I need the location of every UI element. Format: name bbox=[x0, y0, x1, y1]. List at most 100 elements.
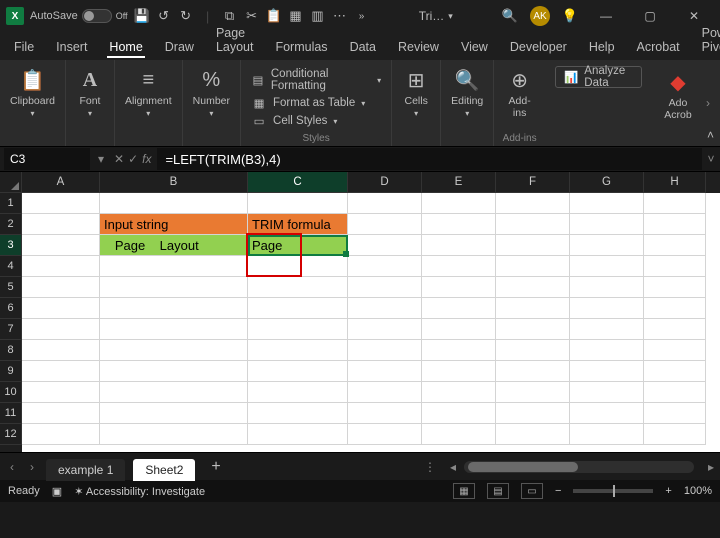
row-header-12[interactable]: 12 bbox=[0, 424, 22, 445]
zoom-slider[interactable] bbox=[573, 489, 653, 493]
cell-F1[interactable] bbox=[496, 193, 570, 214]
sheet-overflow-icon[interactable]: ⋮ bbox=[418, 460, 442, 474]
cell-B8[interactable] bbox=[100, 340, 248, 361]
cell-A7[interactable] bbox=[22, 319, 100, 340]
row-header-11[interactable]: 11 bbox=[0, 403, 22, 424]
zoom-out-button[interactable]: − bbox=[555, 485, 561, 497]
editing-button[interactable]: 🔍 Editing▾ bbox=[447, 64, 487, 121]
cell-E12[interactable] bbox=[422, 424, 496, 445]
cell-F4[interactable] bbox=[496, 256, 570, 277]
row-header-7[interactable]: 7 bbox=[0, 319, 22, 340]
cell-B10[interactable] bbox=[100, 382, 248, 403]
cell-C7[interactable] bbox=[248, 319, 348, 340]
cell-A1[interactable] bbox=[22, 193, 100, 214]
cell-A2[interactable] bbox=[22, 214, 100, 235]
menu-review[interactable]: Review bbox=[392, 36, 445, 60]
cell-H1[interactable] bbox=[644, 193, 706, 214]
row-header-3[interactable]: 3 bbox=[0, 235, 22, 256]
cell-B1[interactable] bbox=[100, 193, 248, 214]
row-header-10[interactable]: 10 bbox=[0, 382, 22, 403]
avatar[interactable]: AK bbox=[530, 6, 550, 26]
view-page-layout-button[interactable]: ▤ bbox=[487, 483, 509, 499]
row-header-4[interactable]: 4 bbox=[0, 256, 22, 277]
formula-input[interactable]: =LEFT(TRIM(B3),4) bbox=[157, 148, 702, 170]
cell-B4[interactable] bbox=[100, 256, 248, 277]
cell-E5[interactable] bbox=[422, 277, 496, 298]
cell-B3[interactable]: Page Layout bbox=[100, 235, 248, 256]
minimize-button[interactable]: — bbox=[590, 6, 622, 26]
cell-H5[interactable] bbox=[644, 277, 706, 298]
addins-button[interactable]: ⊕ Add-ins bbox=[500, 64, 539, 121]
cell-A10[interactable] bbox=[22, 382, 100, 403]
row-header-2[interactable]: 2 bbox=[0, 214, 22, 235]
macro-record-icon[interactable]: ▣ bbox=[52, 485, 62, 498]
cell-D3[interactable] bbox=[348, 235, 422, 256]
cancel-formula-icon[interactable]: ✕ bbox=[114, 152, 124, 166]
column-header-C[interactable]: C bbox=[248, 172, 348, 193]
conditional-formatting-button[interactable]: ▤Conditional Formatting ▾ bbox=[247, 66, 385, 94]
menu-draw[interactable]: Draw bbox=[159, 36, 200, 60]
fx-icon[interactable]: fx bbox=[142, 152, 151, 166]
cell-D9[interactable] bbox=[348, 361, 422, 382]
hscroll-right-icon[interactable]: ▸ bbox=[708, 460, 714, 474]
cell-E1[interactable] bbox=[422, 193, 496, 214]
cell-G10[interactable] bbox=[570, 382, 644, 403]
cells-area[interactable]: Input stringTRIM formula Page LayoutPage bbox=[22, 193, 720, 445]
menu-file[interactable]: File bbox=[8, 36, 40, 60]
redo-icon[interactable]: ↻ bbox=[178, 8, 194, 24]
menu-data[interactable]: Data bbox=[344, 36, 382, 60]
cell-G1[interactable] bbox=[570, 193, 644, 214]
autosave-toggle[interactable]: AutoSave Off bbox=[30, 9, 128, 23]
view-normal-button[interactable]: ▦ bbox=[453, 483, 475, 499]
font-button[interactable]: A Font▾ bbox=[72, 64, 108, 121]
cells-button[interactable]: ⊞ Cells▾ bbox=[398, 64, 434, 121]
paste-icon[interactable]: 📋 bbox=[266, 8, 282, 24]
select-all-corner[interactable] bbox=[0, 172, 22, 193]
view-page-break-button[interactable]: ▭ bbox=[521, 483, 543, 499]
cell-F6[interactable] bbox=[496, 298, 570, 319]
name-box[interactable]: C3 bbox=[4, 148, 90, 170]
cell-D8[interactable] bbox=[348, 340, 422, 361]
row-header-1[interactable]: 1 bbox=[0, 193, 22, 214]
collapse-ribbon-button[interactable]: ˄ bbox=[707, 128, 714, 142]
cell-A12[interactable] bbox=[22, 424, 100, 445]
sheet-nav-next[interactable]: › bbox=[26, 460, 38, 474]
cell-C12[interactable] bbox=[248, 424, 348, 445]
accessibility-status[interactable]: ✶ Accessibility: Investigate bbox=[74, 485, 205, 498]
clipboard-button[interactable]: 📋 Clipboard▾ bbox=[6, 64, 59, 121]
cell-C2[interactable]: TRIM formula bbox=[248, 214, 348, 235]
add-sheet-button[interactable]: + bbox=[203, 458, 228, 476]
cell-F11[interactable] bbox=[496, 403, 570, 424]
column-header-G[interactable]: G bbox=[570, 172, 644, 193]
column-header-F[interactable]: F bbox=[496, 172, 570, 193]
cell-H12[interactable] bbox=[644, 424, 706, 445]
cell-D6[interactable] bbox=[348, 298, 422, 319]
cell-B5[interactable] bbox=[100, 277, 248, 298]
cell-D2[interactable] bbox=[348, 214, 422, 235]
column-header-E[interactable]: E bbox=[422, 172, 496, 193]
cell-C4[interactable] bbox=[248, 256, 348, 277]
expand-formula-bar-icon[interactable]: ˅ bbox=[702, 152, 720, 166]
cell-D11[interactable] bbox=[348, 403, 422, 424]
menu-formulas[interactable]: Formulas bbox=[269, 36, 333, 60]
cell-G7[interactable] bbox=[570, 319, 644, 340]
cell-G4[interactable] bbox=[570, 256, 644, 277]
cell-H9[interactable] bbox=[644, 361, 706, 382]
cell-F7[interactable] bbox=[496, 319, 570, 340]
cell-D10[interactable] bbox=[348, 382, 422, 403]
cell-F5[interactable] bbox=[496, 277, 570, 298]
menu-home[interactable]: Home bbox=[103, 36, 148, 60]
spreadsheet-grid[interactable]: 123456789101112 ABCDEFGH Input stringTRI… bbox=[0, 172, 720, 452]
cell-A5[interactable] bbox=[22, 277, 100, 298]
sheet-tab-1[interactable]: Sheet2 bbox=[133, 459, 195, 481]
cell-F12[interactable] bbox=[496, 424, 570, 445]
cell-D4[interactable] bbox=[348, 256, 422, 277]
cell-B12[interactable] bbox=[100, 424, 248, 445]
cell-B7[interactable] bbox=[100, 319, 248, 340]
cell-styles-button[interactable]: ▭Cell Styles ▾ bbox=[247, 112, 341, 130]
cell-F8[interactable] bbox=[496, 340, 570, 361]
qa-chevron-icon[interactable]: » bbox=[354, 8, 370, 24]
save-icon[interactable]: 💾 bbox=[134, 8, 150, 24]
cell-G12[interactable] bbox=[570, 424, 644, 445]
qa-overflow-icon[interactable]: ⋯ bbox=[332, 8, 348, 24]
